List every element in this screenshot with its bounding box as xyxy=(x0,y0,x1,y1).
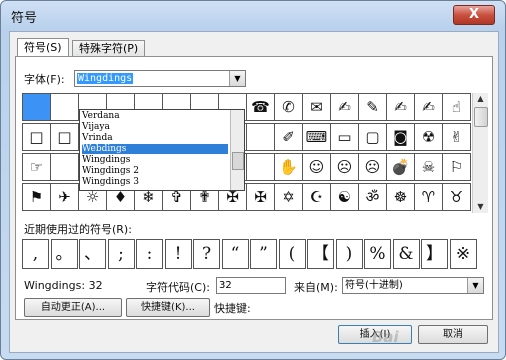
symbol-cell[interactable]: ⌨ xyxy=(302,123,331,151)
scrollbar-thumb[interactable] xyxy=(232,152,244,170)
recent-symbol-cell[interactable]: 。 xyxy=(50,239,78,269)
symbol-cell[interactable]: ☢ xyxy=(414,123,443,151)
symbol-cell[interactable]: □ xyxy=(50,123,79,151)
close-button[interactable]: X xyxy=(453,5,495,25)
chevron-down-icon[interactable]: ▼ xyxy=(229,71,245,86)
symbol-grid-scrollbar[interactable]: ▲ ▼ xyxy=(472,93,488,213)
recent-symbols-label: 近期使用过的符号(R): xyxy=(24,223,132,236)
symbol-cell[interactable]: ☠ xyxy=(414,153,443,181)
autocorrect-button[interactable]: 自动更正(A)... xyxy=(24,298,122,317)
symbol-cell[interactable] xyxy=(50,93,79,121)
symbol-cell[interactable]: ✍ xyxy=(414,93,443,121)
cancel-button[interactable]: 取消 xyxy=(418,325,488,344)
symbol-cell[interactable]: ⚑ xyxy=(22,183,51,211)
dialog-body: 符号(S) 特殊字符(P) 字体(F): Wingdings ▼ ☎ ✆ ✉ ✍ ✎ ✍ ✍… xyxy=(9,31,499,353)
symbol-cell[interactable]: 💣 xyxy=(386,153,415,181)
symbol-cell[interactable] xyxy=(246,153,275,181)
recent-symbol-cell[interactable]: ※ xyxy=(449,239,477,269)
dialog-title: 符号 xyxy=(11,11,38,26)
symbol-cell[interactable]: ✎ xyxy=(358,93,387,121)
symbol-cell[interactable]: ☸ xyxy=(386,183,415,211)
symbol-cell[interactable]: □ xyxy=(22,123,51,151)
recent-symbol-cell[interactable]: % xyxy=(364,239,391,269)
font-label: 字体(F): xyxy=(24,73,65,86)
recent-symbol-cell[interactable]: 、 xyxy=(79,239,106,269)
symbol-cell[interactable] xyxy=(246,123,275,151)
symbol-cell[interactable]: ✋ xyxy=(274,153,303,181)
symbol-cell[interactable]: ☺ xyxy=(302,153,331,181)
symbol-cell[interactable]: ✍ xyxy=(386,93,415,121)
recent-symbol-cell[interactable]: ” xyxy=(250,239,277,269)
recent-symbol-cell[interactable]: ? xyxy=(193,239,220,269)
font-option[interactable]: Vijaya xyxy=(82,122,228,132)
char-code-label: 字符代码(C): xyxy=(146,281,210,294)
shortcut-key-label: 快捷键: xyxy=(214,302,251,315)
symbol-cell[interactable]: ▭ xyxy=(330,123,359,151)
scroll-up-icon[interactable]: ▲ xyxy=(473,93,488,105)
symbol-cell[interactable]: ☪ xyxy=(302,183,331,211)
font-option[interactable]: Wingdings 2 xyxy=(82,166,228,176)
from-select[interactable]: 符号(十进制) ▼ xyxy=(342,277,484,294)
recent-symbol-cell[interactable]: & xyxy=(392,239,420,269)
symbol-cell[interactable]: ॐ xyxy=(358,183,387,211)
symbol-cell[interactable]: ⚐ xyxy=(442,153,471,181)
symbol-cell[interactable]: ✡ xyxy=(274,183,303,211)
symbol-cell[interactable]: ☹ xyxy=(330,153,359,181)
recent-symbol-cell[interactable]: , xyxy=(22,239,49,269)
recent-symbol-cell[interactable]: : xyxy=(136,239,163,269)
symbol-cell[interactable]: ☯ xyxy=(330,183,359,211)
symbol-cell[interactable]: ☎ xyxy=(246,93,275,121)
symbol-cell[interactable]: ✌ xyxy=(442,123,471,151)
symbols-panel: 字体(F): Wingdings ▼ ☎ ✆ ✉ ✍ ✎ ✍ ✍ ☝ □ □ ✐ ⌨ ▭ ▢ ◙ ☢ ✌ ☞ ✋ ☺ ☹… xyxy=(15,56,493,320)
title-bar: 符号 X xyxy=(1,1,505,29)
watermark: Bai xyxy=(372,328,399,346)
symbol-dialog: 符号 X 符号(S) 特殊字符(P) 字体(F): Wingdings ▼ ☎ ✆… xyxy=(0,0,506,360)
from-select-value: 符号(十进制) xyxy=(345,280,403,291)
tab-symbols[interactable]: 符号(S) xyxy=(17,38,69,57)
char-code-input[interactable]: 32 xyxy=(216,277,286,294)
symbol-cell[interactable] xyxy=(22,93,51,121)
scroll-down-icon[interactable]: ▼ xyxy=(473,201,488,213)
symbol-cell[interactable]: ♉ xyxy=(442,183,471,211)
font-dropdown-list: Verdana Vijaya Vrinda Webdings Wingdings Wing… xyxy=(79,109,245,191)
chevron-down-icon[interactable]: ▼ xyxy=(467,278,483,293)
shortcut-key-button[interactable]: 快捷键(K)... xyxy=(126,298,210,317)
recent-symbol-cell[interactable]: “ xyxy=(221,239,249,269)
symbol-cell[interactable]: ✍ xyxy=(330,93,359,121)
symbol-cell[interactable]: ✆ xyxy=(274,93,303,121)
recent-symbol-cell[interactable]: 】 xyxy=(421,239,448,269)
symbol-cell[interactable]: ✐ xyxy=(274,123,303,151)
symbol-cell[interactable]: ▢ xyxy=(358,123,387,151)
symbol-cell[interactable]: ✉ xyxy=(302,93,331,121)
recent-symbol-cell[interactable]: ) xyxy=(335,239,363,269)
symbol-cell[interactable]: ✈ xyxy=(50,183,79,211)
symbol-cell[interactable]: ◙ xyxy=(386,123,415,151)
font-option[interactable]: Wingdings xyxy=(82,155,228,165)
symbol-cell[interactable]: ☝ xyxy=(442,93,471,121)
recent-symbol-cell[interactable]: ; xyxy=(107,239,135,269)
symbol-cell[interactable] xyxy=(50,153,79,181)
from-label: 来自(M): xyxy=(294,281,338,294)
recent-symbols-row: ,。、;:!? “”(【)% &】 ※ xyxy=(22,239,484,269)
font-select[interactable]: Wingdings ▼ xyxy=(74,70,246,87)
tab-special-characters[interactable]: 特殊字符(P) xyxy=(72,40,146,57)
recent-symbol-cell[interactable]: ! xyxy=(164,239,192,269)
symbol-cell[interactable]: ♈ xyxy=(414,183,443,211)
recent-symbol-cell[interactable]: 【 xyxy=(307,239,334,269)
font-select-value: Wingdings xyxy=(77,73,134,84)
symbol-cell[interactable]: ☞ xyxy=(22,153,51,181)
font-option[interactable]: Vrinda xyxy=(82,133,228,143)
status-font-code: Wingdings: 32 xyxy=(24,279,103,292)
scrollbar-thumb[interactable] xyxy=(474,107,488,127)
recent-symbol-cell[interactable]: ( xyxy=(278,239,306,269)
font-dropdown-scrollbar[interactable] xyxy=(230,110,244,190)
font-option[interactable]: Verdana xyxy=(82,111,228,121)
symbol-cell[interactable]: ✠ xyxy=(246,183,275,211)
symbol-cell[interactable]: ☹ xyxy=(358,153,387,181)
font-option[interactable]: Webdings xyxy=(82,144,228,154)
font-option[interactable]: Wingdings 3 xyxy=(82,177,228,187)
